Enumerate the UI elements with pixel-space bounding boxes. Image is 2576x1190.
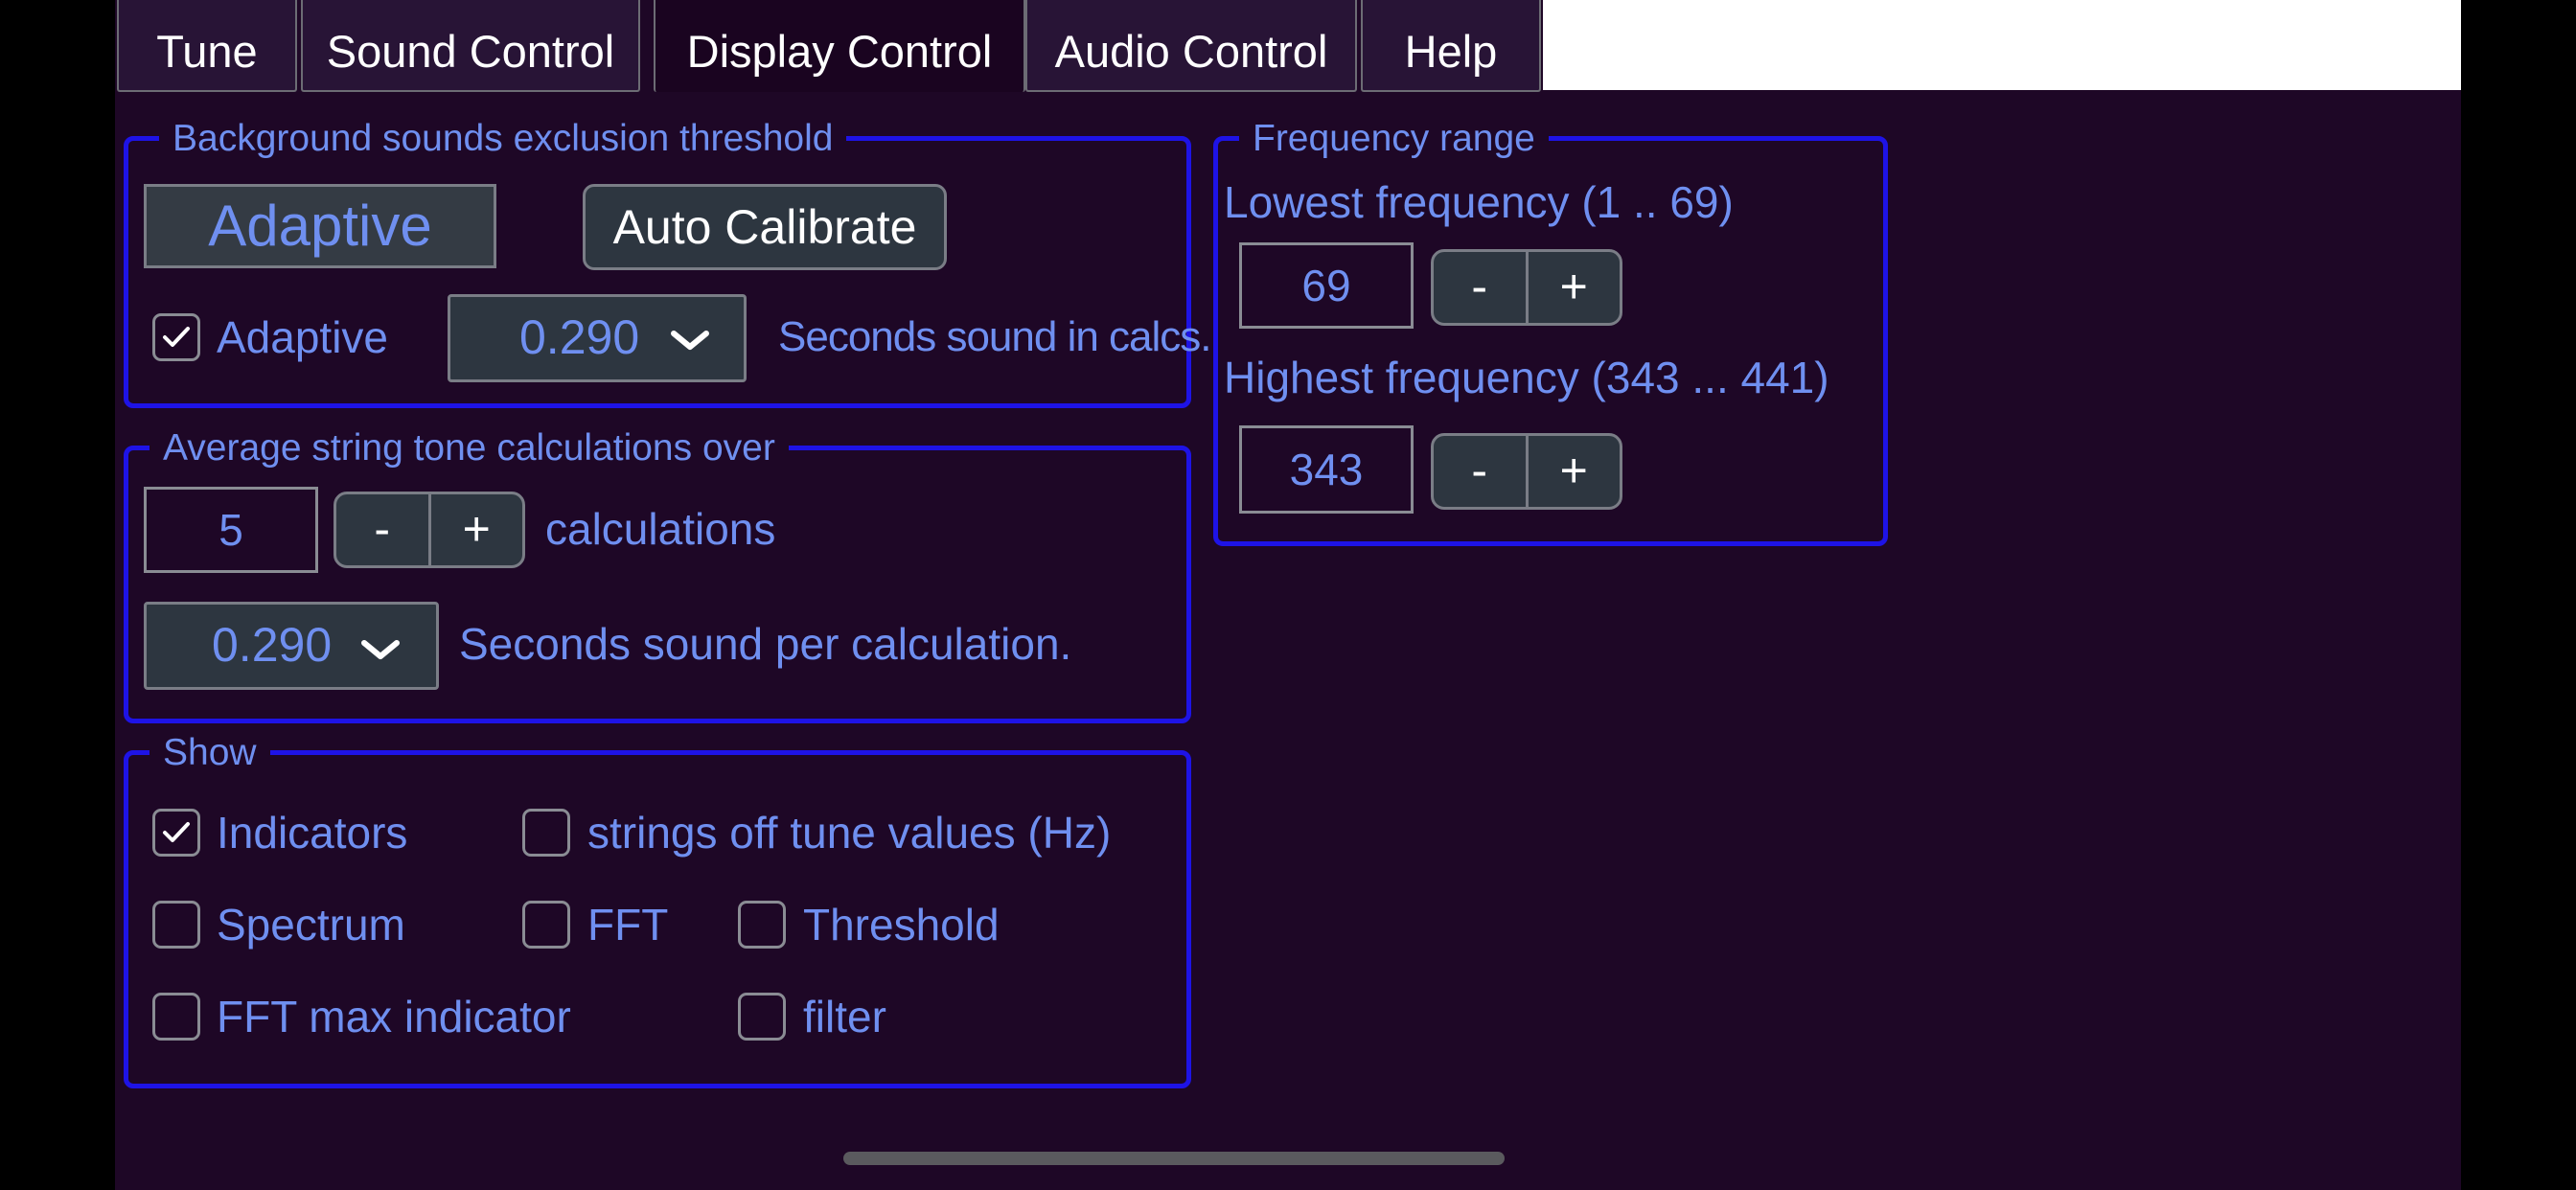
lowest-frequency-plus-button[interactable]: + (1525, 252, 1621, 323)
tab-help[interactable]: Help (1361, 0, 1541, 92)
background-threshold-group: Background sounds exclusion threshold Ad… (124, 118, 1212, 408)
fft-checkbox[interactable] (522, 901, 570, 949)
fft-max-indicator-label: FFT max indicator (217, 992, 571, 1041)
app-window: Tune Sound Control Display Control Audio… (115, 0, 2461, 1190)
checkmark-icon (163, 822, 190, 842)
fft-max-indicator-checkbox[interactable] (152, 993, 200, 1041)
lowest-frequency-stepper: - + (1431, 249, 1622, 326)
calculations-count-field[interactable]: 5 (144, 487, 318, 573)
lowest-frequency-minus-button[interactable]: - (1434, 252, 1526, 323)
average-calculations-legend: Average string tone calculations over (150, 427, 789, 469)
tab-sound-control[interactable]: Sound Control (301, 0, 640, 92)
filter-label: filter (803, 992, 886, 1041)
strings-off-tune-label: strings off tune values (Hz) (587, 808, 1112, 858)
tabbar-blank-area (1543, 0, 2461, 90)
background-threshold-legend: Background sounds exclusion threshold (159, 118, 847, 160)
tab-tune[interactable]: Tune (117, 0, 297, 92)
threshold-label: Threshold (803, 900, 1000, 950)
show-legend: Show (150, 732, 270, 774)
average-calculations-group: Average string tone calculations over 5 … (124, 427, 1191, 723)
frequency-range-group: Frequency range Lowest frequency (1 .. 6… (1213, 118, 1888, 546)
calculation-seconds-label: Seconds sound per calculation. (459, 619, 1072, 669)
calculations-stepper: - + (334, 492, 525, 568)
tab-bar: Tune Sound Control Display Control Audio… (115, 0, 2461, 92)
chevron-down-icon (361, 640, 400, 659)
fft-label: FFT (587, 900, 669, 950)
adaptive-checkbox-label: Adaptive (217, 312, 389, 362)
calculation-seconds-select[interactable]: 0.290 (144, 602, 439, 690)
indicators-checkbox[interactable] (152, 809, 200, 857)
background-seconds-select[interactable]: 0.290 (448, 294, 747, 382)
calculations-plus-button[interactable]: + (427, 494, 523, 565)
highest-frequency-stepper: - + (1431, 433, 1622, 510)
highest-frequency-minus-button[interactable]: - (1434, 436, 1526, 507)
calculations-minus-button[interactable]: - (336, 494, 428, 565)
spectrum-label: Spectrum (217, 900, 405, 950)
calculations-label: calculations (545, 504, 776, 554)
chevron-down-icon (671, 331, 709, 350)
show-options-group: Show Indicators strings off tune values … (124, 732, 1191, 1088)
highest-frequency-label: Highest frequency (343 ... 441) (1224, 353, 1829, 402)
threshold-checkbox[interactable] (738, 901, 786, 949)
tab-audio-control[interactable]: Audio Control (1025, 0, 1357, 92)
select-value: 0.290 (212, 618, 333, 672)
indicators-label: Indicators (217, 808, 408, 858)
highest-frequency-field[interactable]: 343 (1239, 425, 1414, 514)
background-seconds-label: Seconds sound in calcs. (778, 313, 1212, 360)
checkmark-icon (163, 327, 190, 347)
frequency-range-legend: Frequency range (1239, 118, 1549, 160)
home-indicator[interactable] (843, 1152, 1505, 1165)
lowest-frequency-field[interactable]: 69 (1239, 242, 1414, 329)
filter-checkbox[interactable] (738, 993, 786, 1041)
lowest-frequency-label: Lowest frequency (1 .. 69) (1224, 177, 1734, 227)
strings-off-tune-checkbox[interactable] (522, 809, 570, 857)
highest-frequency-plus-button[interactable]: + (1525, 436, 1621, 507)
adaptive-mode-button[interactable]: Adaptive (144, 184, 496, 268)
adaptive-checkbox[interactable] (152, 313, 200, 361)
select-value: 0.290 (519, 310, 640, 364)
tab-display-control[interactable]: Display Control (654, 0, 1025, 92)
spectrum-checkbox[interactable] (152, 901, 200, 949)
auto-calibrate-button[interactable]: Auto Calibrate (583, 184, 947, 270)
